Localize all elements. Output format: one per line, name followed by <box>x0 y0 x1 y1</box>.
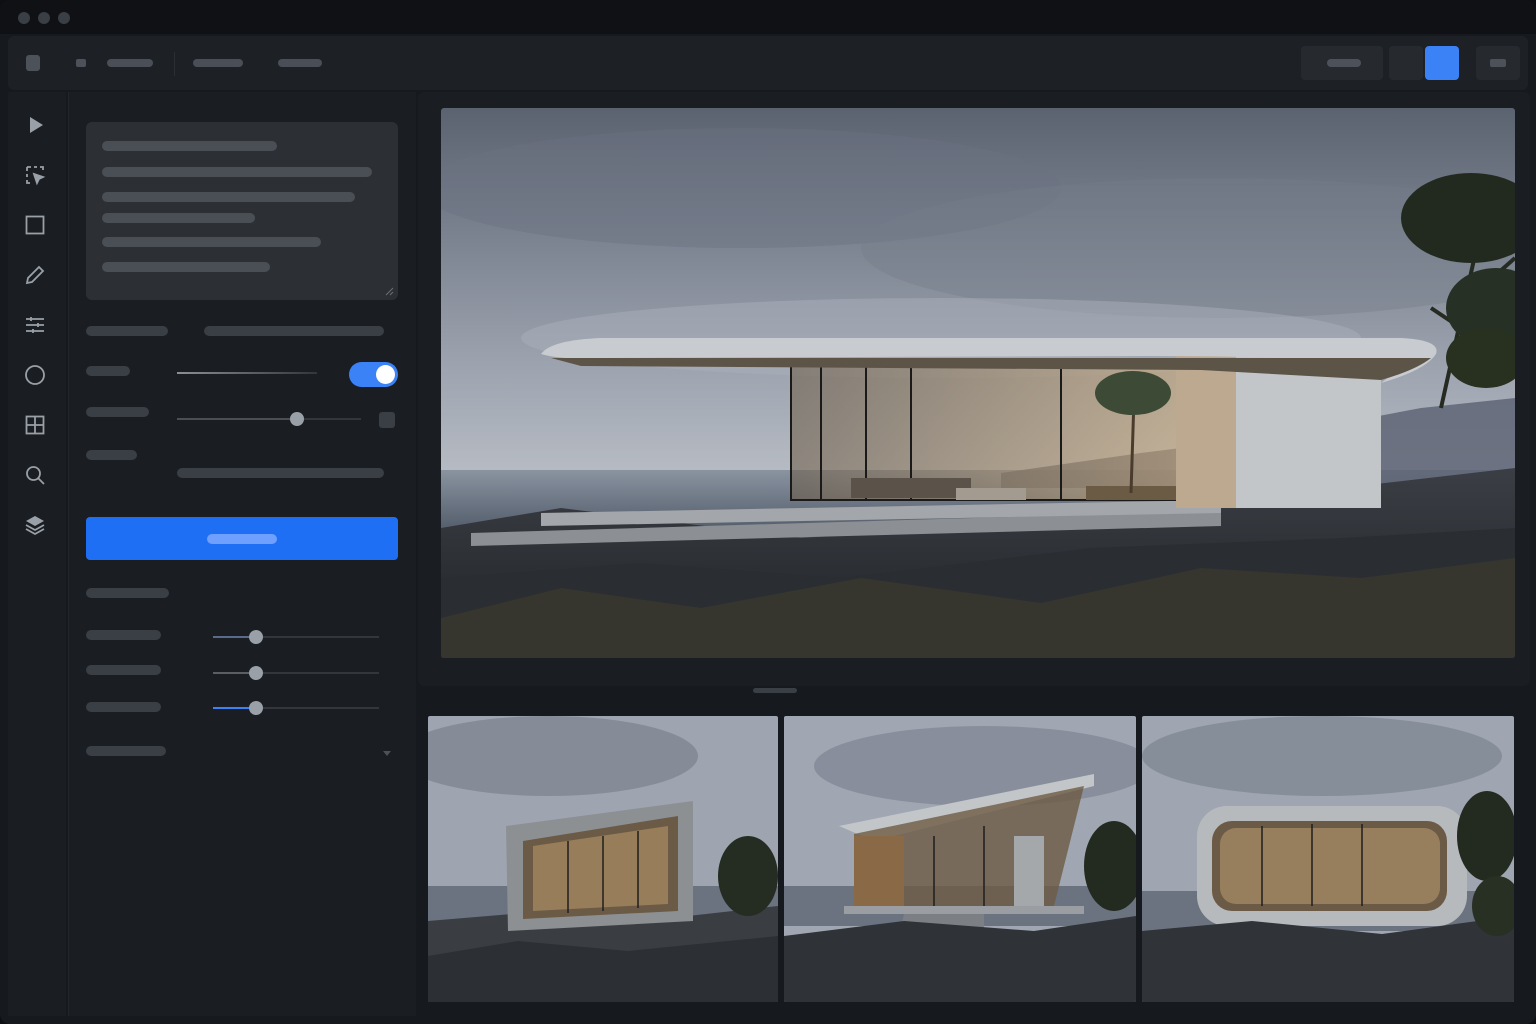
slider-fill <box>177 418 297 420</box>
search-icon[interactable] <box>23 463 47 487</box>
toolbar-action-button[interactable] <box>1301 46 1383 80</box>
variation-gallery <box>418 706 1530 1016</box>
minimize-window-dot[interactable] <box>38 12 50 24</box>
sliders-icon[interactable] <box>23 313 47 337</box>
close-window-dot[interactable] <box>18 12 30 24</box>
resize-grip-icon[interactable] <box>384 286 394 296</box>
layers-icon[interactable] <box>23 513 47 537</box>
slider-thumb[interactable] <box>249 630 263 644</box>
select-icon[interactable] <box>23 163 47 187</box>
preview-area <box>418 92 1530 686</box>
prompt-line <box>102 237 321 247</box>
adjust-slider[interactable] <box>213 630 379 644</box>
setting-label <box>86 407 149 417</box>
toolbar-action-label <box>1327 59 1361 67</box>
settings-panel <box>68 92 416 1016</box>
slider-thumb[interactable] <box>290 412 304 426</box>
variation-thumbnail-3[interactable] <box>1142 716 1514 1002</box>
variation-thumbnail-1[interactable] <box>428 716 778 1002</box>
maximize-window-dot[interactable] <box>58 12 70 24</box>
chevron-down-icon[interactable] <box>381 747 393 759</box>
grid-icon[interactable] <box>23 413 47 437</box>
play-icon[interactable] <box>23 113 47 137</box>
setting-select[interactable] <box>204 326 384 336</box>
prompt-line <box>102 192 355 202</box>
title-bar <box>0 0 1536 34</box>
menu-dot-icon[interactable] <box>76 59 86 67</box>
app-logo-icon <box>26 55 40 71</box>
toolbar-export-button[interactable] <box>1476 46 1520 80</box>
toggle-knob <box>376 365 395 384</box>
circle-icon[interactable] <box>23 363 47 387</box>
prompt-line <box>102 213 255 223</box>
prompt-line <box>102 141 277 151</box>
top-toolbar <box>8 36 1528 90</box>
feature-toggle[interactable] <box>349 362 398 387</box>
menu-item-2[interactable] <box>193 56 243 70</box>
setting-label <box>86 702 161 712</box>
strength-slider[interactable] <box>177 412 361 426</box>
slider-thumb[interactable] <box>249 666 263 680</box>
rectangle-icon[interactable] <box>23 213 47 237</box>
toolbar-secondary-button[interactable] <box>1389 46 1423 80</box>
export-icon <box>1490 59 1506 67</box>
setting-field[interactable] <box>177 468 384 478</box>
setting-label <box>86 450 137 460</box>
section-heading <box>86 588 169 598</box>
panel-resize-handle[interactable] <box>753 688 797 693</box>
setting-label <box>86 665 161 675</box>
prompt-line <box>102 262 270 272</box>
app-window <box>0 0 1536 1024</box>
prompt-textarea[interactable] <box>86 122 398 300</box>
menu-item-1[interactable] <box>107 56 153 70</box>
generate-button[interactable] <box>86 517 398 560</box>
adjust-slider[interactable] <box>213 701 379 715</box>
toolbar-divider <box>174 52 175 76</box>
setting-label <box>86 366 130 376</box>
adjust-slider[interactable] <box>213 666 379 680</box>
hero-render-image[interactable] <box>441 108 1515 658</box>
setting-label <box>86 630 161 640</box>
toolbar-primary-button[interactable] <box>1425 46 1459 80</box>
setting-label <box>86 326 168 336</box>
generate-button-label <box>207 534 277 544</box>
pen-icon[interactable] <box>23 263 47 287</box>
setting-checkbox[interactable] <box>379 412 395 428</box>
setting-label <box>86 746 166 756</box>
slider-thumb[interactable] <box>249 701 263 715</box>
gradient-track[interactable] <box>177 372 317 374</box>
prompt-line <box>102 167 372 177</box>
variation-thumbnail-2[interactable] <box>784 716 1136 1002</box>
tool-rail <box>8 92 66 1016</box>
menu-item-3[interactable] <box>278 56 322 70</box>
